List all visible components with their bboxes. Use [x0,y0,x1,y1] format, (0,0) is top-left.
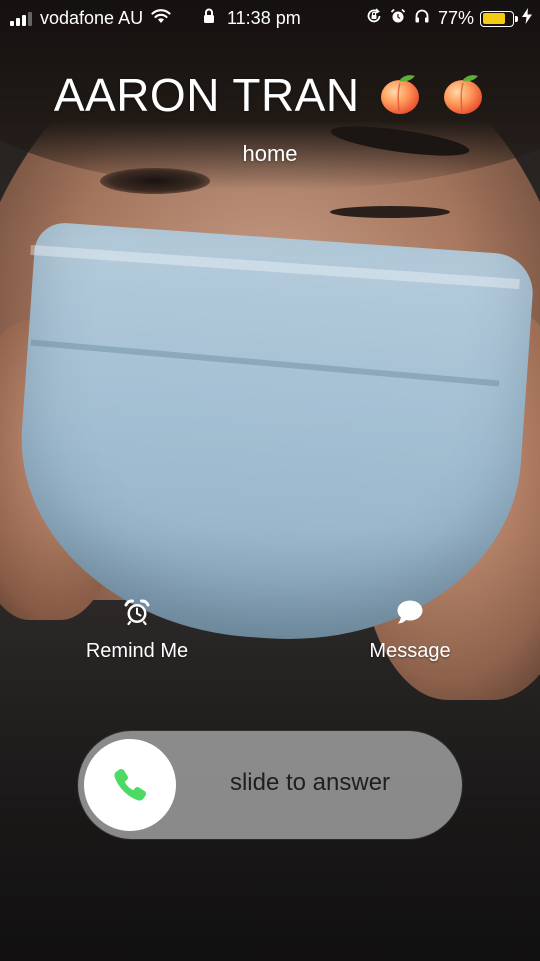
alarm-icon [390,8,406,29]
headphones-icon [414,8,430,29]
signal-bar [16,17,20,26]
remind-me-label: Remind Me [85,640,189,662]
status-bar: vodafone AU 11:38 pm 77% [0,0,540,36]
battery-percent: 77% [437,8,474,28]
battery-icon [480,10,518,27]
peach-icon [444,75,483,114]
phone-icon [114,768,147,801]
caller-number-label: home [242,141,298,166]
caller-name-text: AARON TRAN [53,69,360,121]
signal-bar [28,11,32,26]
charging-bolt-icon [522,8,532,29]
lock-icon [203,8,215,29]
slide-to-answer-text: slide to answer [229,769,391,796]
status-left: vodafone AU [10,8,171,29]
remind-me-button[interactable]: Remind Me [57,598,217,663]
slide-to-answer-slider[interactable]: slide to answer [78,731,462,839]
clock-time: 11:38 pm [227,8,301,28]
caller-name: AARON TRAN [0,68,540,122]
signal-icon [10,11,34,26]
alarm-clock-icon [124,599,150,626]
signal-bar [22,14,26,26]
battery-cap [515,15,518,22]
message-button[interactable]: Message [330,598,490,663]
incoming-call-screen: vodafone AU 11:38 pm 77% AARON TRAN home… [0,0,540,961]
message-label: Message [369,640,451,662]
status-right: 77% [366,8,532,29]
status-center: 11:38 pm [203,8,301,29]
signal-bar [10,20,14,26]
carrier-name: vodafone AU [40,8,144,28]
answer-knob[interactable] [84,739,176,831]
peach-icon [380,75,419,114]
battery-level-fill [482,13,505,24]
wifi-icon [151,8,171,29]
orientation-lock-icon [366,8,382,29]
speech-bubble-icon [397,600,423,624]
